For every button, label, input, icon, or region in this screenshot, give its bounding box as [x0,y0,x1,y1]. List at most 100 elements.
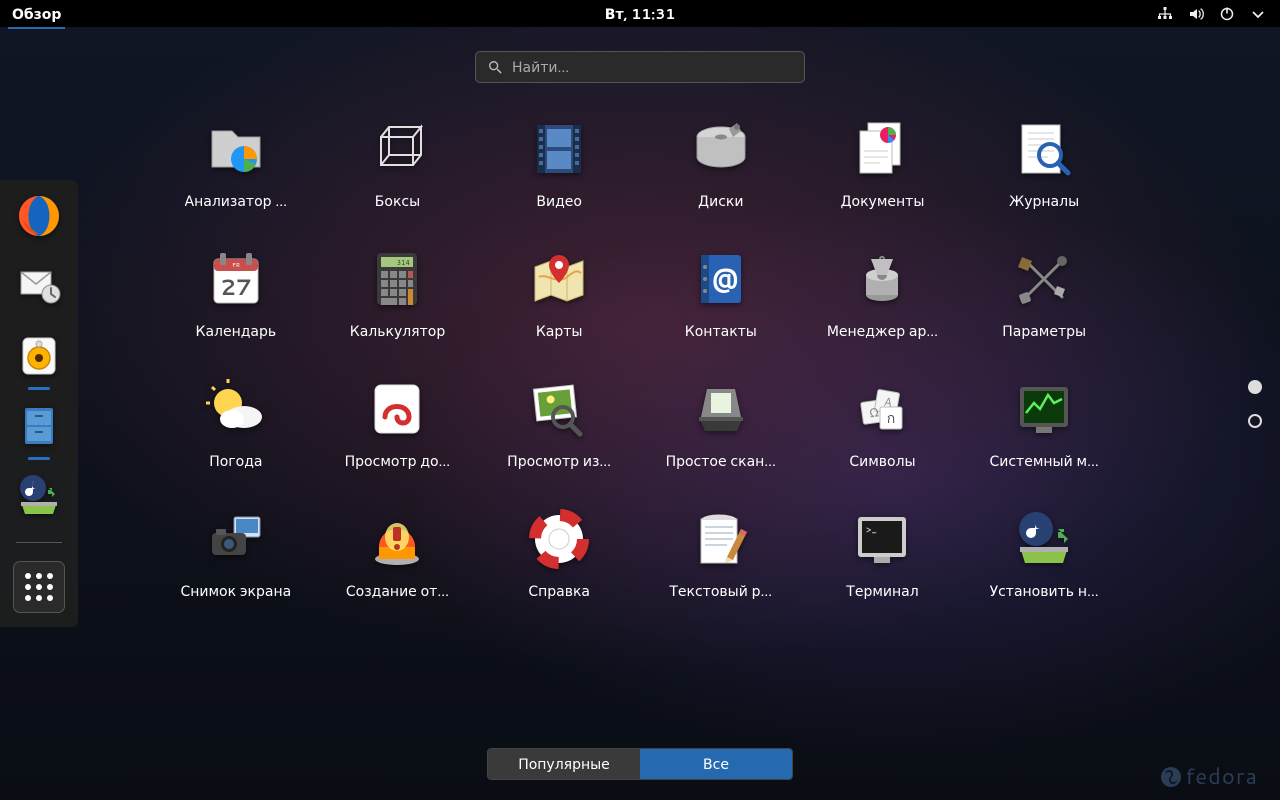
show-applications-button[interactable] [13,561,65,613]
app-maps[interactable]: Карты [483,247,635,341]
tab-frequent-label: Популярные [518,754,610,774]
app-label: Просмотр из… [507,451,611,471]
characters-icon: กΩA [850,377,914,441]
dock-evolution[interactable] [11,258,67,314]
search-icon [488,60,502,74]
app-label: Терминал [846,581,918,601]
settings-icon [1012,247,1076,311]
app-videos[interactable]: Видео [483,117,635,211]
app-system-monitor[interactable]: Системный м… [968,377,1120,471]
app-help[interactable]: Справка [483,507,635,601]
network-icon [1157,6,1173,22]
app-label: Менеджер ар… [827,321,938,341]
app-disks[interactable]: Диски [645,117,797,211]
scanner-icon [689,377,753,441]
file-cabinet-icon [15,402,63,450]
clock-text: Вт, 11:31 [605,4,675,24]
app-label: Параметры [1002,321,1086,341]
tab-all-label: Все [703,754,729,774]
workspace-1[interactable] [1248,380,1262,394]
dash [0,180,78,627]
svg-text:314: 314 [397,258,411,268]
app-characters[interactable]: กΩA Символы [807,377,959,471]
top-bar: Обзор Вт, 11:31 [0,0,1280,27]
workspace-2[interactable] [1248,414,1262,428]
terminal-icon: >_ [850,507,914,571]
app-contacts[interactable]: @ Контакты [645,247,797,341]
app-screenshot[interactable]: Снимок экрана [160,507,312,601]
tab-all[interactable]: Все [640,749,792,779]
svg-text:FR: FR [232,260,240,269]
app-label: Справка [528,581,590,601]
power-icon [1219,6,1235,22]
app-label: Видео [536,191,582,211]
logs-icon [1012,117,1076,181]
app-archive-manager[interactable]: Менеджер ар… [807,247,959,341]
app-simple-scan[interactable]: Простое скан… [645,377,797,471]
app-label: Карты [536,321,583,341]
fedora-logo-text: fedora [1185,761,1258,792]
app-label: Контакты [685,321,757,341]
video-icon [527,117,591,181]
archive-icon [850,247,914,311]
activities-button[interactable]: Обзор [0,0,73,27]
install-icon [1012,507,1076,571]
system-status-area[interactable] [1157,6,1280,22]
app-label: Документы [841,191,925,211]
dock-firefox[interactable] [11,188,67,244]
disk-usage-icon [204,117,268,181]
application-grid: Анализатор … Боксы Видео Диски Документы… [160,117,1120,601]
app-calculator[interactable]: 314 Калькулятор [322,247,474,341]
app-label: Текстовый р… [669,581,772,601]
app-label: Символы [849,451,915,471]
app-terminal[interactable]: >_ Терминал [807,507,959,601]
dock-installer[interactable] [11,468,67,524]
dock-files[interactable] [11,398,67,454]
app-label: Простое скан… [666,451,776,471]
system-monitor-icon [1012,377,1076,441]
dock-rhythmbox[interactable] [11,328,67,384]
app-label: Снимок экрана [180,581,291,601]
speaker-icon [15,332,63,380]
app-logs[interactable]: Журналы [968,117,1120,211]
image-viewer-icon [527,377,591,441]
calculator-icon: 314 [365,247,429,311]
clock[interactable]: Вт, 11:31 [605,4,675,24]
app-problem-reporting[interactable]: Создание от… [322,507,474,601]
app-image-viewer[interactable]: Просмотр из… [483,377,635,471]
app-label: Диски [698,191,743,211]
svg-text:ก: ก [887,408,895,428]
fedora-watermark: fedora [1161,761,1258,792]
app-boxes[interactable]: Боксы [322,117,474,211]
app-weather[interactable]: Погода [160,377,312,471]
app-document-viewer[interactable]: Просмотр до… [322,377,474,471]
screenshot-icon [204,507,268,571]
calendar-icon: FR 27 [204,247,268,311]
mail-icon [15,262,63,310]
app-text-editor[interactable]: Текстовый р… [645,507,797,601]
view-switcher: Популярные Все [487,748,793,780]
app-install[interactable]: Установить н… [968,507,1120,601]
documents-icon [850,117,914,181]
svg-text:27: 27 [220,272,251,303]
app-label: Погода [209,451,262,471]
search-input[interactable]: Найти… [475,51,805,83]
workspace-switcher[interactable] [1248,380,1262,428]
app-label: Просмотр до… [345,451,451,471]
boxes-icon [365,117,429,181]
activities-label: Обзор [12,4,61,24]
weather-icon [204,377,268,441]
tab-frequent[interactable]: Популярные [488,749,640,779]
app-settings[interactable]: Параметры [968,247,1120,341]
firefox-icon [15,192,63,240]
app-label: Боксы [375,191,420,211]
app-label: Создание от… [346,581,449,601]
chevron-down-icon [1250,6,1266,22]
app-label: Системный м… [989,451,1098,471]
app-disk-usage[interactable]: Анализатор … [160,117,312,211]
fedora-logo-icon [1161,767,1181,787]
app-calendar[interactable]: FR27 Календарь [160,247,312,341]
app-label: Журналы [1009,191,1079,211]
contacts-icon: @ [689,247,753,311]
app-documents[interactable]: Документы [807,117,959,211]
